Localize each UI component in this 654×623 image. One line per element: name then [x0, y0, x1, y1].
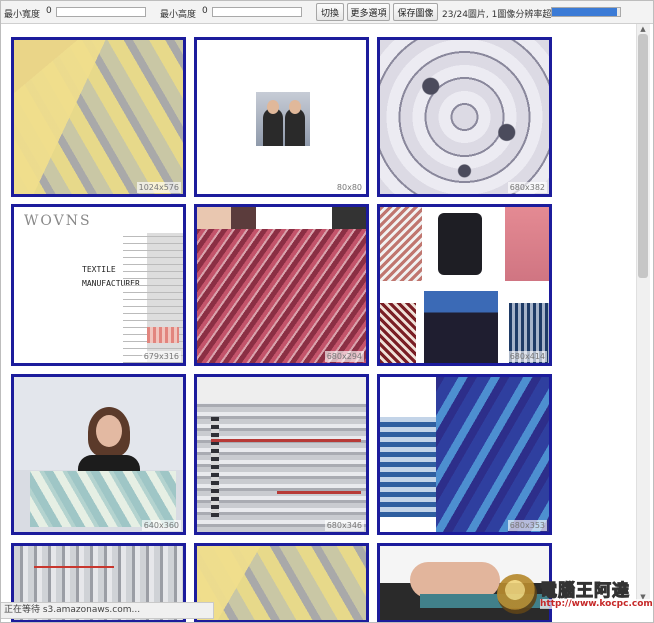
browser-status-bar: 正在等待 s3.amazonaws.com...	[0, 602, 214, 619]
progress-bar	[551, 7, 621, 17]
fabric-swatch	[147, 327, 179, 343]
image-thumbnail[interactable]: 680x382	[377, 37, 552, 197]
min-height-slider[interactable]	[212, 7, 302, 17]
thumbnail-image: WOVNS TEXTILE MANUFACTURER	[14, 207, 183, 363]
scroll-up-arrow-icon[interactable]: ▲	[636, 24, 650, 34]
toolbar: 最小寬度 0 最小高度 0 切換 更多選項 保存圖像 23/24圖片, 1圖像分…	[0, 0, 654, 24]
image-thumbnail[interactable]	[194, 543, 369, 623]
thumbnail-image	[197, 377, 366, 532]
image-dimensions: 640x360	[141, 520, 181, 531]
sketch-logo: WOVNS	[24, 213, 92, 229]
thumbnail-image	[197, 546, 366, 620]
loom-drawing	[123, 233, 183, 363]
image-dimensions: 80x80	[334, 182, 364, 193]
thumbnail-image	[14, 40, 183, 194]
patterned-cloth	[30, 471, 176, 527]
watermark-url: http://www.kocpc.com.tw	[540, 599, 654, 609]
image-dimensions: 680x353	[507, 520, 547, 531]
image-dimensions: 680x346	[324, 520, 364, 531]
more-options-button[interactable]: 更多選項	[347, 3, 390, 21]
thumbnail-image	[197, 207, 366, 363]
image-thumbnail[interactable]: WOVNS TEXTILE MANUFACTURER 679x316	[11, 204, 186, 366]
pillow	[424, 291, 498, 363]
sketch-text-line1: TEXTILE	[82, 265, 116, 274]
min-width-slider[interactable]	[56, 7, 146, 17]
thumbnail-image	[197, 40, 366, 194]
tote-bag	[438, 213, 482, 275]
image-thumbnail[interactable]: 680x353	[377, 374, 552, 535]
thumbnail-image	[380, 40, 549, 194]
image-thumbnail[interactable]: 680x414	[377, 204, 552, 366]
thumbnail-image	[14, 377, 183, 532]
min-height-value: 0	[202, 6, 208, 16]
image-thumbnail[interactable]: 1024x576	[11, 37, 186, 197]
watermark-logo-icon	[497, 574, 537, 614]
image-dimensions: 680x382	[507, 182, 547, 193]
min-height-label: 最小高度	[160, 10, 197, 20]
portrait-photo	[256, 92, 310, 146]
status-text: 23/24圖片, 1圖像分辨率超出範圍	[442, 10, 552, 20]
watermark-title: 電腦王阿達	[540, 581, 630, 602]
hands	[197, 207, 366, 229]
image-thumbnail[interactable]: 640x360	[11, 374, 186, 535]
thumbnail-image	[380, 207, 549, 363]
thumbnail-image	[380, 377, 549, 532]
image-dimensions: 679x316	[141, 351, 181, 362]
scrollbar-thumb[interactable]	[638, 34, 648, 278]
image-thumbnail[interactable]: 680x294	[194, 204, 369, 366]
image-dimensions: 680x294	[324, 351, 364, 362]
min-width-value: 0	[46, 6, 52, 16]
image-dimensions: 680x414	[507, 351, 547, 362]
save-images-button[interactable]: 保存圖像	[393, 3, 438, 21]
min-width-label: 最小寬度	[4, 10, 41, 20]
progress-fill	[552, 8, 617, 16]
switch-button[interactable]: 切換	[316, 3, 344, 21]
image-thumbnail[interactable]: 680x346	[194, 374, 369, 535]
image-dimensions: 1024x576	[136, 182, 181, 193]
image-thumbnail[interactable]: 80x80	[194, 37, 369, 197]
